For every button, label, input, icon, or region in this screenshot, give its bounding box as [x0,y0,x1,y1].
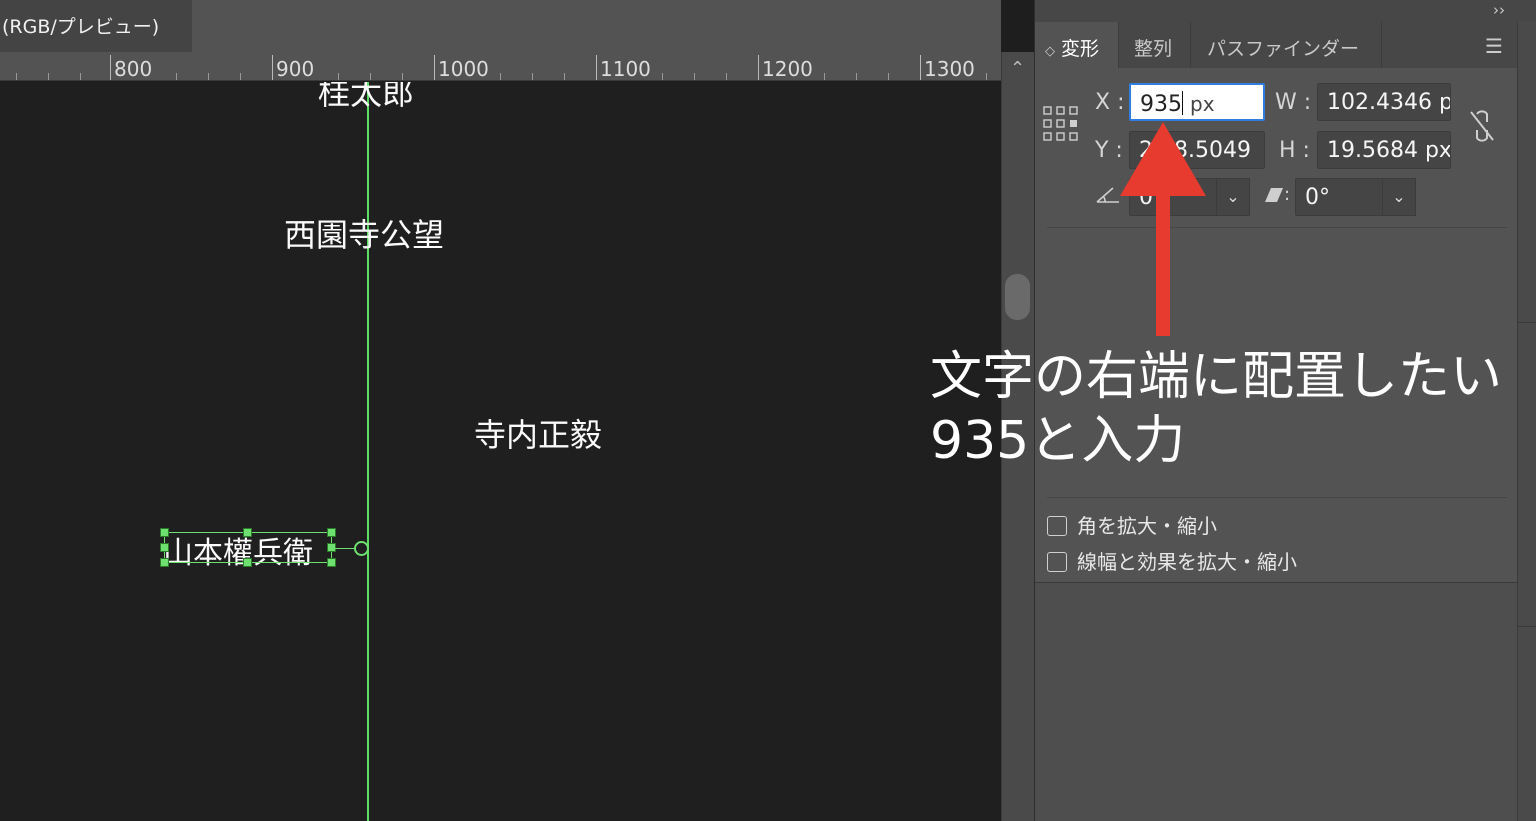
ruler-tick [16,73,17,80]
ruler-label: 1000 [438,57,489,81]
ruler-tick [48,73,49,80]
panel-dock-strip [1517,22,1536,821]
x-value: 935 [1140,92,1182,117]
dock-divider [1518,626,1536,627]
resize-handle[interactable] [327,528,336,537]
panel-menu-icon[interactable]: ☰ [1485,34,1503,58]
x-unit: px [1190,92,1215,116]
ruler-tick [856,73,857,80]
reference-point-icon[interactable] [1043,106,1079,142]
annotation-line-2: 935と入力 [930,411,1186,471]
resize-handle[interactable] [243,558,252,567]
ruler-tick [434,55,435,80]
tab-label: 整列 [1134,38,1173,60]
tab-label: パスファインダー [1207,38,1360,60]
resize-handle[interactable] [160,543,169,552]
ruler-tick [532,73,533,80]
scale-corners-checkbox[interactable] [1047,516,1067,536]
rotate-handle[interactable] [354,541,369,556]
panel-topbar: ›› [1035,0,1536,22]
ruler-tick [80,73,81,80]
width-field[interactable]: 102.4346 p [1317,83,1451,121]
ruler-label: 1200 [762,57,813,81]
document-tab[interactable]: (RGB/プレビュー) [0,0,192,52]
scale-strokes-label: 線幅と効果を拡大・縮小 [1077,550,1297,574]
tab-pathfinder[interactable]: パスファインダー [1191,22,1382,68]
resize-handle[interactable] [160,558,169,567]
scale-corners-label: 角を拡大・縮小 [1077,514,1217,538]
ruler-tick [110,55,111,80]
resize-handle[interactable] [160,528,169,537]
ruler-tick [888,73,889,80]
w-label: W : [1275,90,1312,115]
shear-angle-field[interactable]: 0° [1295,178,1383,216]
x-position-field[interactable]: 935 px [1129,83,1265,121]
ruler-tick [920,55,921,80]
constrain-proportions-icon[interactable] [1465,106,1499,146]
text-object[interactable]: 桂太郎 [318,82,414,114]
dock-divider [1518,322,1536,323]
horizontal-ruler[interactable]: 800 900 1000 1100 1200 1300 [0,52,1001,81]
ruler-tick [986,73,987,80]
ruler-tick [240,73,241,80]
panel-tabs: ◇ 変形 整列 パスファインダー ☰ [1035,22,1517,68]
scale-strokes-option[interactable]: 線幅と効果を拡大・縮小 [1047,546,1297,575]
annotation-text: 文字の右端に配置したい 935と入力 [930,345,1502,473]
rotate-dropdown[interactable]: ⌄ [1216,178,1250,216]
resize-handle[interactable] [327,558,336,567]
artboard-canvas[interactable]: 桂太郎 西園寺公望 寺内正毅 山本權兵衛 [0,82,1001,821]
ruler-tick [824,73,825,80]
ruler-label: 1100 [600,57,651,81]
annotation-line-1: 文字の右端に配置したい [930,347,1503,407]
ruler-tick [208,73,209,80]
scroll-thumb[interactable] [1005,274,1030,320]
ruler-tick [758,55,759,80]
vertical-guide[interactable] [367,82,369,821]
shear-dropdown[interactable]: ⌄ [1382,178,1416,216]
ruler-label: 800 [114,57,153,81]
ruler-tick [370,73,371,80]
chevron-down-icon: ⌄ [1392,187,1406,206]
scale-strokes-checkbox[interactable] [1047,552,1067,572]
ruler-tick [176,73,177,80]
ruler-tick [662,73,663,80]
ruler-tick [564,73,565,80]
ruler-tick [596,55,597,80]
chevron-up-icon[interactable]: ⌃ [1010,58,1025,79]
h-label: H : [1279,138,1310,163]
height-field[interactable]: 19.5684 px [1317,131,1451,169]
ruler-label: 900 [276,57,315,81]
tab-align[interactable]: 整列 [1119,22,1191,68]
ruler-label: 1300 [924,57,975,81]
empty-panel-area [1035,582,1517,821]
text-object[interactable]: 寺内正毅 [474,410,602,456]
document-tab-bar: (RGB/プレビュー) [0,0,1001,52]
chevron-down-icon: ⌄ [1226,187,1240,206]
ruler-tick [272,55,273,80]
shear-colon: : [1284,184,1291,205]
ruler-tick [500,73,501,80]
tab-label: 変形 [1061,38,1100,60]
ruler-tick [726,73,727,80]
text-object[interactable]: 西園寺公望 [284,210,444,256]
ruler-tick [338,73,339,80]
section-divider [1047,497,1507,498]
ruler-tick [402,73,403,80]
tab-transform[interactable]: ◇ 変形 [1035,22,1119,68]
resize-handle[interactable] [243,528,252,537]
ruler-tick [694,73,695,80]
section-divider [1047,227,1507,228]
x-label: X : [1095,90,1125,115]
collapse-panel-icon[interactable]: ›› [1493,1,1505,19]
updown-arrows-icon: ◇ [1045,44,1055,59]
scale-corners-option[interactable]: 角を拡大・縮小 [1047,510,1217,539]
annotation-arrow-icon [1120,122,1206,336]
text-caret [1182,91,1183,115]
